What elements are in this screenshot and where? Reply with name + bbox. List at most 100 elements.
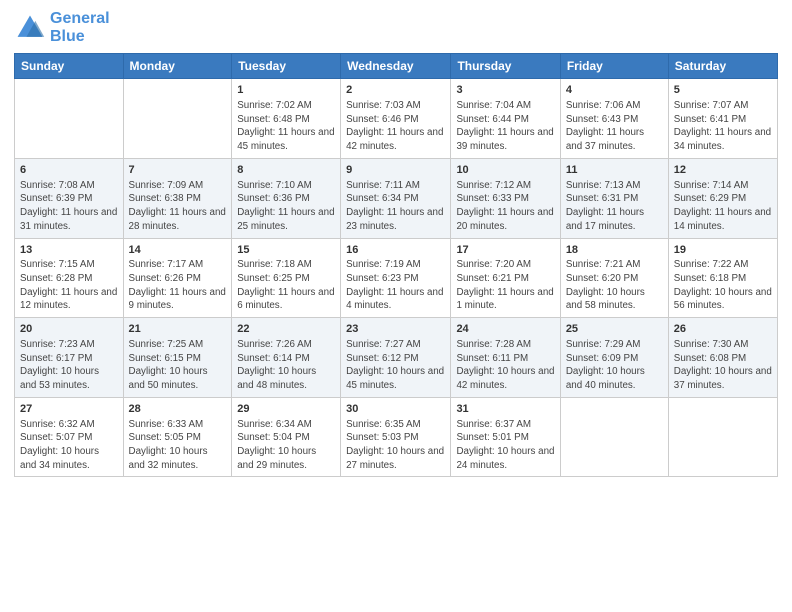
day-info: Sunrise: 7:21 AM Sunset: 6:20 PM Dayligh… — [566, 258, 663, 313]
calendar-week-row: 27Sunrise: 6:32 AM Sunset: 5:07 PM Dayli… — [15, 397, 778, 477]
calendar-cell: 4Sunrise: 7:06 AM Sunset: 6:43 PM Daylig… — [560, 79, 668, 159]
day-info: Sunrise: 7:30 AM Sunset: 6:08 PM Dayligh… — [674, 338, 772, 393]
calendar-cell: 11Sunrise: 7:13 AM Sunset: 6:31 PM Dayli… — [560, 158, 668, 238]
day-number: 10 — [456, 163, 554, 178]
day-info: Sunrise: 7:27 AM Sunset: 6:12 PM Dayligh… — [346, 338, 445, 393]
day-number: 22 — [237, 322, 335, 337]
calendar-cell: 13Sunrise: 7:15 AM Sunset: 6:28 PM Dayli… — [15, 238, 124, 318]
day-info: Sunrise: 7:02 AM Sunset: 6:48 PM Dayligh… — [237, 99, 335, 154]
header-monday: Monday — [123, 54, 232, 79]
day-number: 20 — [20, 322, 118, 337]
header-wednesday: Wednesday — [341, 54, 451, 79]
day-number: 23 — [346, 322, 445, 337]
calendar-cell: 5Sunrise: 7:07 AM Sunset: 6:41 PM Daylig… — [668, 79, 777, 159]
day-info: Sunrise: 7:26 AM Sunset: 6:14 PM Dayligh… — [237, 338, 335, 393]
day-info: Sunrise: 7:15 AM Sunset: 6:28 PM Dayligh… — [20, 258, 118, 313]
day-number: 7 — [129, 163, 227, 178]
day-info: Sunrise: 6:37 AM Sunset: 5:01 PM Dayligh… — [456, 418, 554, 473]
calendar-week-row: 20Sunrise: 7:23 AM Sunset: 6:17 PM Dayli… — [15, 318, 778, 398]
day-number: 14 — [129, 243, 227, 258]
calendar-cell — [15, 79, 124, 159]
day-info: Sunrise: 7:19 AM Sunset: 6:23 PM Dayligh… — [346, 258, 445, 313]
day-info: Sunrise: 7:12 AM Sunset: 6:33 PM Dayligh… — [456, 179, 554, 234]
header-sunday: Sunday — [15, 54, 124, 79]
day-info: Sunrise: 6:35 AM Sunset: 5:03 PM Dayligh… — [346, 418, 445, 473]
day-info: Sunrise: 7:28 AM Sunset: 6:11 PM Dayligh… — [456, 338, 554, 393]
day-info: Sunrise: 7:14 AM Sunset: 6:29 PM Dayligh… — [674, 179, 772, 234]
calendar-cell: 26Sunrise: 7:30 AM Sunset: 6:08 PM Dayli… — [668, 318, 777, 398]
page: General Blue Sunday Monday Tuesday Wedne… — [0, 0, 792, 612]
day-info: Sunrise: 7:10 AM Sunset: 6:36 PM Dayligh… — [237, 179, 335, 234]
day-number: 5 — [674, 83, 772, 98]
day-number: 29 — [237, 402, 335, 417]
day-info: Sunrise: 7:08 AM Sunset: 6:39 PM Dayligh… — [20, 179, 118, 234]
calendar-cell: 29Sunrise: 6:34 AM Sunset: 5:04 PM Dayli… — [232, 397, 341, 477]
day-info: Sunrise: 7:04 AM Sunset: 6:44 PM Dayligh… — [456, 99, 554, 154]
logo-general: General — [50, 10, 110, 27]
calendar-cell — [668, 397, 777, 477]
day-number: 16 — [346, 243, 445, 258]
calendar-cell: 27Sunrise: 6:32 AM Sunset: 5:07 PM Dayli… — [15, 397, 124, 477]
calendar-cell: 1Sunrise: 7:02 AM Sunset: 6:48 PM Daylig… — [232, 79, 341, 159]
day-number: 24 — [456, 322, 554, 337]
day-info: Sunrise: 7:13 AM Sunset: 6:31 PM Dayligh… — [566, 179, 663, 234]
logo-icon — [14, 12, 46, 44]
calendar-week-row: 13Sunrise: 7:15 AM Sunset: 6:28 PM Dayli… — [15, 238, 778, 318]
calendar-cell: 20Sunrise: 7:23 AM Sunset: 6:17 PM Dayli… — [15, 318, 124, 398]
day-info: Sunrise: 7:07 AM Sunset: 6:41 PM Dayligh… — [674, 99, 772, 154]
day-number: 8 — [237, 163, 335, 178]
day-info: Sunrise: 7:06 AM Sunset: 6:43 PM Dayligh… — [566, 99, 663, 154]
day-number: 12 — [674, 163, 772, 178]
header-thursday: Thursday — [451, 54, 560, 79]
day-number: 4 — [566, 83, 663, 98]
calendar-cell: 28Sunrise: 6:33 AM Sunset: 5:05 PM Dayli… — [123, 397, 232, 477]
day-number: 25 — [566, 322, 663, 337]
calendar-body: 1Sunrise: 7:02 AM Sunset: 6:48 PM Daylig… — [15, 79, 778, 477]
calendar-week-row: 6Sunrise: 7:08 AM Sunset: 6:39 PM Daylig… — [15, 158, 778, 238]
calendar-cell — [123, 79, 232, 159]
day-number: 18 — [566, 243, 663, 258]
logo: General Blue — [14, 10, 110, 45]
day-number: 28 — [129, 402, 227, 417]
day-number: 30 — [346, 402, 445, 417]
calendar-cell: 17Sunrise: 7:20 AM Sunset: 6:21 PM Dayli… — [451, 238, 560, 318]
calendar-cell: 15Sunrise: 7:18 AM Sunset: 6:25 PM Dayli… — [232, 238, 341, 318]
day-number: 9 — [346, 163, 445, 178]
calendar-cell: 30Sunrise: 6:35 AM Sunset: 5:03 PM Dayli… — [341, 397, 451, 477]
day-number: 13 — [20, 243, 118, 258]
day-info: Sunrise: 7:09 AM Sunset: 6:38 PM Dayligh… — [129, 179, 227, 234]
day-info: Sunrise: 7:20 AM Sunset: 6:21 PM Dayligh… — [456, 258, 554, 313]
calendar-table: Sunday Monday Tuesday Wednesday Thursday… — [14, 53, 778, 477]
header-friday: Friday — [560, 54, 668, 79]
day-number: 26 — [674, 322, 772, 337]
day-number: 11 — [566, 163, 663, 178]
calendar-cell: 2Sunrise: 7:03 AM Sunset: 6:46 PM Daylig… — [341, 79, 451, 159]
header-tuesday: Tuesday — [232, 54, 341, 79]
day-number: 15 — [237, 243, 335, 258]
calendar-cell: 8Sunrise: 7:10 AM Sunset: 6:36 PM Daylig… — [232, 158, 341, 238]
day-info: Sunrise: 7:17 AM Sunset: 6:26 PM Dayligh… — [129, 258, 227, 313]
header-saturday: Saturday — [668, 54, 777, 79]
logo-text: General Blue — [50, 10, 110, 45]
day-info: Sunrise: 7:22 AM Sunset: 6:18 PM Dayligh… — [674, 258, 772, 313]
calendar-cell: 7Sunrise: 7:09 AM Sunset: 6:38 PM Daylig… — [123, 158, 232, 238]
weekday-header-row: Sunday Monday Tuesday Wednesday Thursday… — [15, 54, 778, 79]
day-number: 3 — [456, 83, 554, 98]
logo-blue: Blue — [50, 28, 85, 45]
calendar-cell: 18Sunrise: 7:21 AM Sunset: 6:20 PM Dayli… — [560, 238, 668, 318]
calendar-cell: 9Sunrise: 7:11 AM Sunset: 6:34 PM Daylig… — [341, 158, 451, 238]
day-number: 6 — [20, 163, 118, 178]
day-number: 1 — [237, 83, 335, 98]
calendar-cell: 3Sunrise: 7:04 AM Sunset: 6:44 PM Daylig… — [451, 79, 560, 159]
day-number: 19 — [674, 243, 772, 258]
day-number: 2 — [346, 83, 445, 98]
header: General Blue — [14, 10, 778, 45]
calendar-cell: 19Sunrise: 7:22 AM Sunset: 6:18 PM Dayli… — [668, 238, 777, 318]
day-number: 17 — [456, 243, 554, 258]
calendar-cell: 21Sunrise: 7:25 AM Sunset: 6:15 PM Dayli… — [123, 318, 232, 398]
day-info: Sunrise: 7:29 AM Sunset: 6:09 PM Dayligh… — [566, 338, 663, 393]
day-info: Sunrise: 7:18 AM Sunset: 6:25 PM Dayligh… — [237, 258, 335, 313]
day-info: Sunrise: 7:03 AM Sunset: 6:46 PM Dayligh… — [346, 99, 445, 154]
calendar-cell: 6Sunrise: 7:08 AM Sunset: 6:39 PM Daylig… — [15, 158, 124, 238]
calendar-cell: 12Sunrise: 7:14 AM Sunset: 6:29 PM Dayli… — [668, 158, 777, 238]
